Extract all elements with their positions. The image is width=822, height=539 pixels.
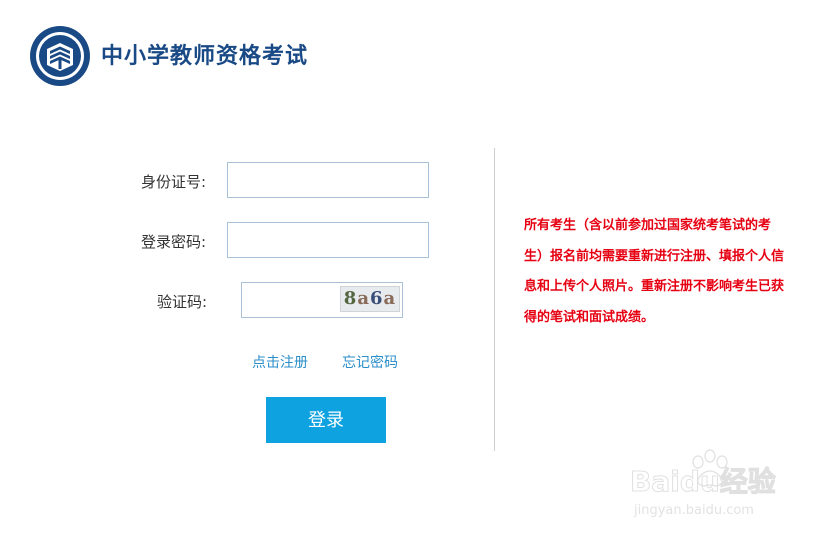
captcha-char: 6 <box>370 288 384 309</box>
site-title: 中小学教师资格考试 <box>101 44 309 69</box>
captcha-image[interactable]: 8a6a <box>340 286 400 312</box>
id-number-label: 身份证号: <box>141 173 207 191</box>
watermark-url: jingyan.baidu.com <box>633 503 754 518</box>
captcha-label: 验证码: <box>157 293 208 311</box>
login-button[interactable]: 登录 <box>266 397 386 443</box>
captcha-char: 8 <box>343 288 358 309</box>
watermark-brand: Baidu经验 <box>630 465 776 498</box>
captcha-char: a <box>383 288 397 309</box>
id-number-input[interactable] <box>227 162 429 198</box>
register-link[interactable]: 点击注册 <box>252 352 308 372</box>
baidu-watermark: Baidu经验 jingyan.baidu.com <box>630 449 776 518</box>
captcha-char: a <box>357 288 370 309</box>
vertical-divider <box>494 148 495 451</box>
exam-logo-icon <box>30 26 90 86</box>
forgot-password-link[interactable]: 忘记密码 <box>342 352 398 372</box>
password-label: 登录密码: <box>141 233 207 251</box>
registration-notice: 所有考生（含以前参加过国家统考笔试的考生）报名前均需要重新进行注册、填报个人信息… <box>524 218 785 325</box>
password-input[interactable] <box>227 222 429 258</box>
